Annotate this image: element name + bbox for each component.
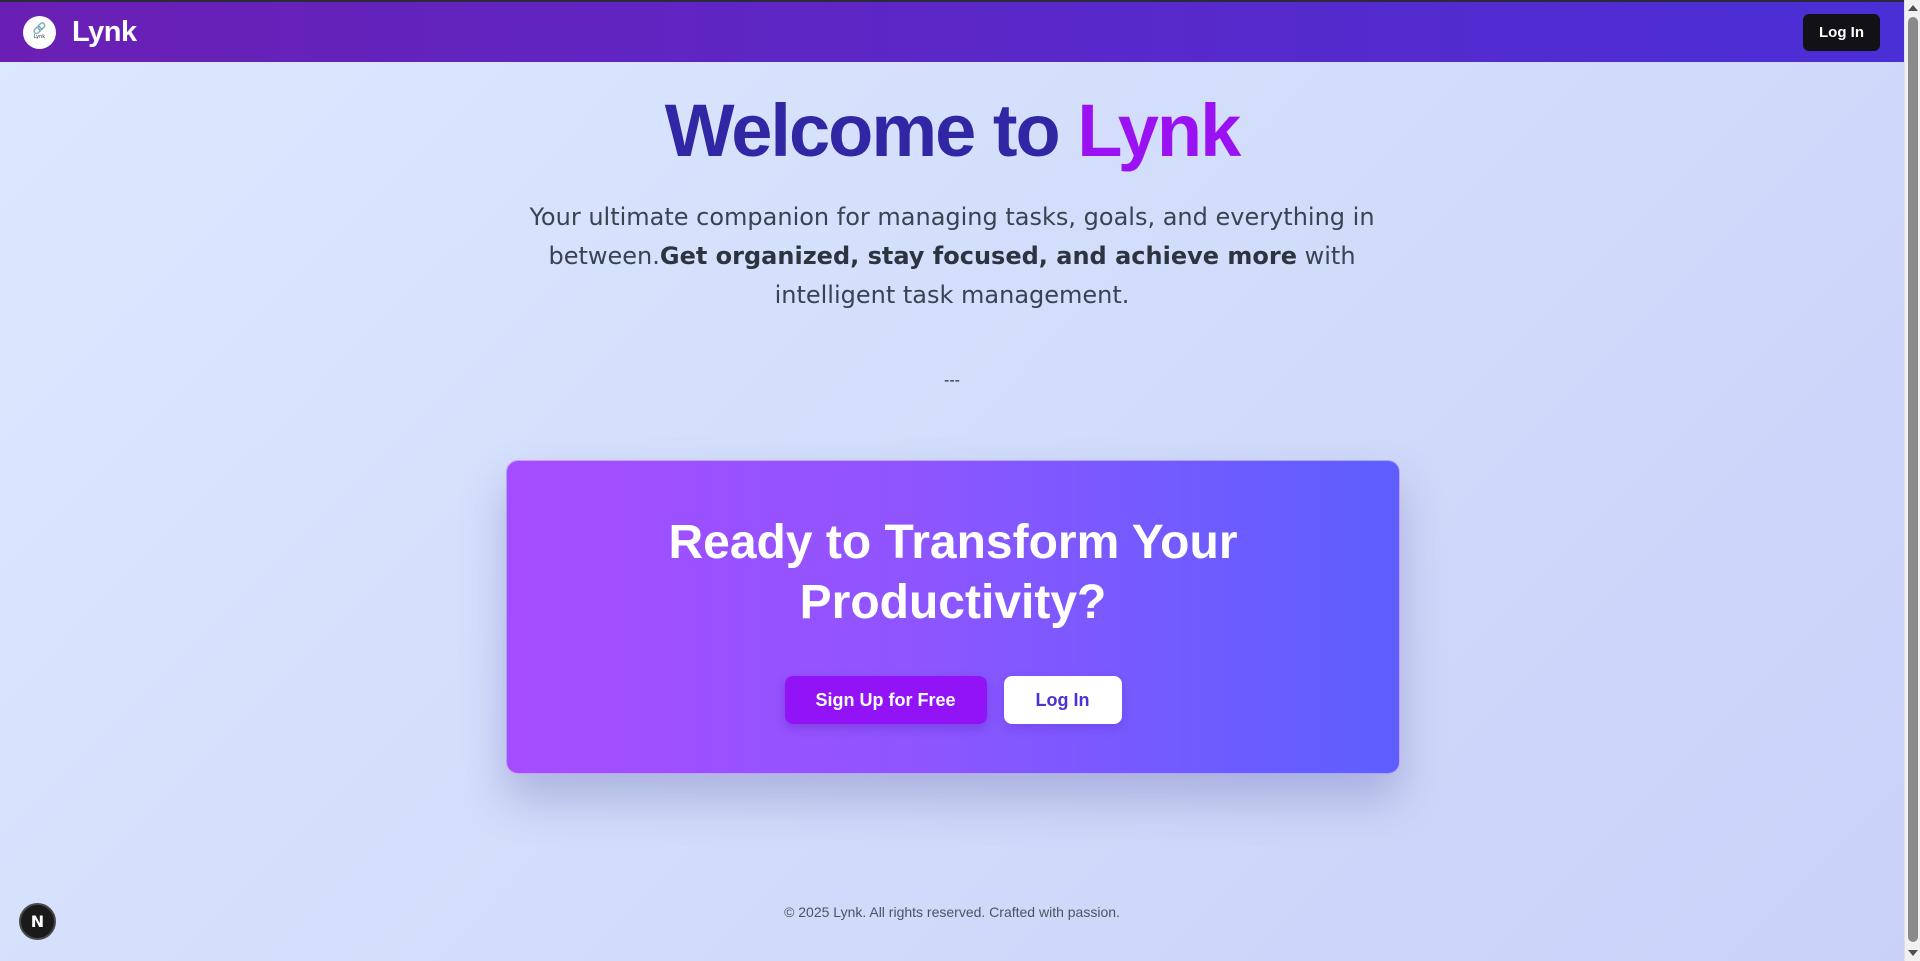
section-divider: --- [944,372,960,389]
footer-copyright: © 2025 Lynk. All rights reserved. Crafte… [784,904,1120,920]
navbar-login-button[interactable]: Log In [1803,13,1880,51]
navbar: 🔗 Lynk Lynk Log In [0,0,1904,62]
hero-title-prefix: Welcome to [664,89,1078,172]
hero-title-accent: Lynk [1077,89,1241,172]
brand-logo[interactable]: 🔗 Lynk [23,15,56,49]
vertical-scrollbar[interactable] [1904,0,1920,961]
cta-login-button[interactable]: Log In [1003,676,1122,724]
scroll-down-arrow-icon[interactable] [1908,950,1918,956]
dev-tools-badge[interactable]: N [19,903,56,940]
cta-title: Ready to Transform Your Productivity? [668,516,1238,629]
hero-subtitle-bold: Get organized, stay focused, and achieve… [659,242,1297,270]
hero-title: Welcome to Lynk [0,88,1904,173]
signup-button[interactable]: Sign Up for Free [784,676,987,724]
link-icon: 🔗 [32,22,47,35]
hero-subtitle: Your ultimate companion for managing tas… [500,198,1404,315]
brand-name[interactable]: Lynk [72,16,137,49]
cta-card: Ready to Transform Your Productivity? Si… [506,460,1400,774]
scroll-thumb[interactable] [1908,17,1918,942]
brand-logo-text: Lynk [33,33,46,40]
brand[interactable]: 🔗 Lynk Lynk [23,15,137,49]
cta-buttons: Sign Up for Free Log In [507,676,1399,724]
scroll-up-arrow-icon[interactable] [1908,5,1918,11]
